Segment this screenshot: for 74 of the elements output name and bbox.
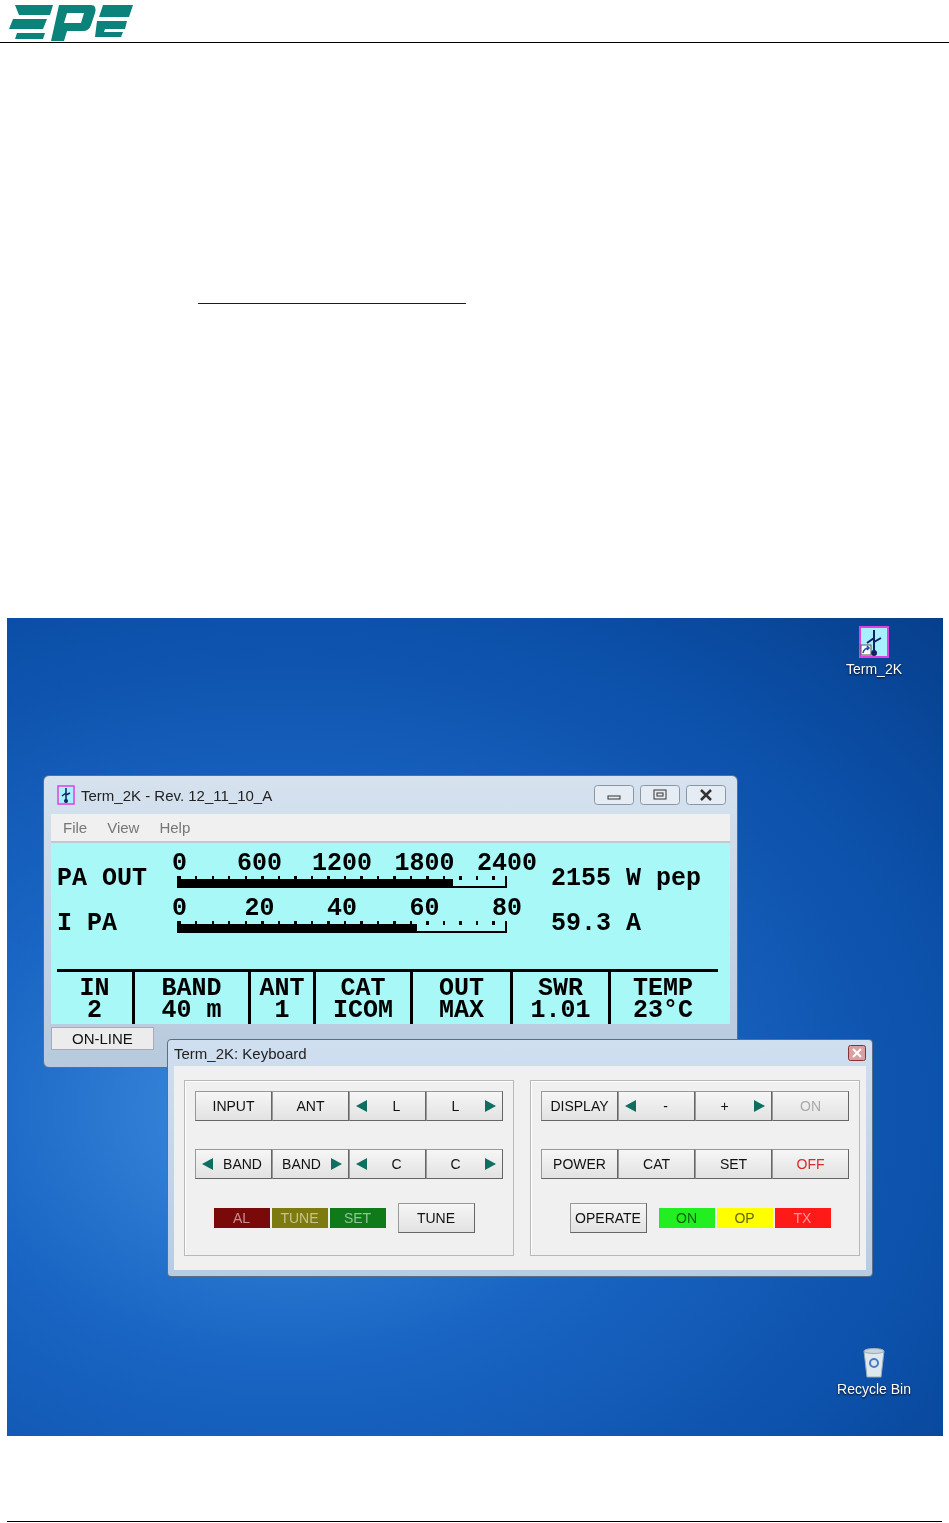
keypad-button[interactable]: CAT bbox=[618, 1149, 695, 1179]
desktop-icon-label[interactable]: Term_2K bbox=[846, 661, 902, 677]
left-triangle-icon bbox=[356, 1158, 368, 1170]
menu-item[interactable]: File bbox=[63, 819, 88, 836]
status-indicator: TX bbox=[774, 1208, 831, 1228]
keypad-button[interactable]: TUNE bbox=[397, 1203, 475, 1233]
scale-label: 600 bbox=[237, 852, 282, 876]
menu-item[interactable]: View bbox=[107, 819, 140, 836]
status-label: IN bbox=[79, 978, 110, 1000]
keypad-button[interactable]: INPUT bbox=[195, 1091, 272, 1121]
scale-label: 60 bbox=[409, 897, 440, 921]
scale-label: 40 bbox=[327, 897, 357, 921]
keypad-button[interactable]: ANT bbox=[272, 1091, 349, 1121]
status-label: OUT bbox=[439, 978, 484, 1000]
keypad-button[interactable]: BAND bbox=[195, 1149, 272, 1179]
status-indicator: TUNE bbox=[271, 1208, 328, 1228]
status-indicator: AL bbox=[213, 1208, 270, 1228]
status-label: CAT bbox=[340, 978, 386, 1000]
status-indicator: ON bbox=[658, 1208, 715, 1228]
keypad-button[interactable]: + bbox=[695, 1091, 772, 1121]
status-indicator: SET bbox=[329, 1208, 386, 1228]
right-triangle-icon bbox=[753, 1100, 765, 1112]
meter-label: PA OUT bbox=[57, 866, 148, 892]
scale-label: 0 bbox=[172, 897, 187, 921]
close-button[interactable] bbox=[686, 785, 726, 805]
keypad-button[interactable]: DISPLAY bbox=[541, 1091, 618, 1121]
right-triangle-icon bbox=[484, 1158, 496, 1170]
window-title: Term_2K: Keyboard bbox=[174, 1044, 307, 1062]
status-value: MAX bbox=[439, 1000, 484, 1022]
status-value: 23°C bbox=[633, 1000, 693, 1022]
app-shortcut-icon[interactable] bbox=[859, 626, 889, 658]
keypad-button[interactable]: SET bbox=[695, 1149, 772, 1179]
left-triangle-icon bbox=[202, 1158, 214, 1170]
keypad-button[interactable]: OPERATE bbox=[569, 1203, 647, 1233]
status-label: SWR bbox=[538, 978, 583, 1000]
scale-label: 80 bbox=[492, 897, 522, 921]
status-indicator: OP bbox=[716, 1208, 773, 1228]
meter-reading: 59.3 A bbox=[551, 911, 641, 937]
meter-reading: 2155 W pep bbox=[551, 866, 702, 892]
status-value: 40 m bbox=[161, 1000, 222, 1022]
left-triangle-icon bbox=[625, 1100, 637, 1112]
status-value: 1 bbox=[274, 1000, 290, 1022]
keypad-button[interactable]: C bbox=[349, 1149, 426, 1179]
keypad-button[interactable]: C bbox=[426, 1149, 503, 1179]
menu-item[interactable]: Help bbox=[159, 819, 191, 836]
desktop-icon-label[interactable]: Recycle Bin bbox=[837, 1381, 911, 1397]
meter-label: I PA bbox=[57, 911, 118, 937]
keypad-button[interactable]: OFF bbox=[772, 1149, 849, 1179]
maximize-button[interactable] bbox=[640, 785, 680, 805]
scale-label: 1200 bbox=[312, 852, 372, 876]
status-label: ANT bbox=[259, 978, 305, 1000]
scale-label: 0 bbox=[172, 852, 187, 876]
keypad-button[interactable]: L bbox=[349, 1091, 426, 1121]
scale-label: 2400 bbox=[477, 852, 537, 876]
status-value: 2 bbox=[87, 1000, 102, 1022]
close-button[interactable] bbox=[848, 1045, 866, 1061]
scale-label: 20 bbox=[244, 897, 275, 921]
status-label: TEMP bbox=[633, 978, 693, 1000]
scale-label: 1800 bbox=[394, 852, 455, 876]
right-triangle-icon bbox=[330, 1158, 342, 1170]
keypad-button[interactable]: L bbox=[426, 1091, 503, 1121]
keypad-button[interactable]: - bbox=[618, 1091, 695, 1121]
status-value: 1.01 bbox=[530, 1000, 591, 1022]
right-triangle-icon bbox=[484, 1100, 496, 1112]
keypad-button[interactable]: BAND bbox=[272, 1149, 349, 1179]
keypad-button[interactable]: POWER bbox=[541, 1149, 618, 1179]
recycle-bin-icon[interactable] bbox=[862, 1348, 886, 1378]
status-bar-text: ON-LINE bbox=[51, 1027, 154, 1050]
status-value: ICOM bbox=[333, 1000, 393, 1022]
minimize-button[interactable] bbox=[594, 785, 634, 805]
app-icon bbox=[57, 785, 75, 805]
status-label: BAND bbox=[161, 978, 222, 1000]
window-title: Term_2K - Rev. 12_11_10_A bbox=[81, 786, 273, 804]
left-triangle-icon bbox=[356, 1100, 368, 1112]
